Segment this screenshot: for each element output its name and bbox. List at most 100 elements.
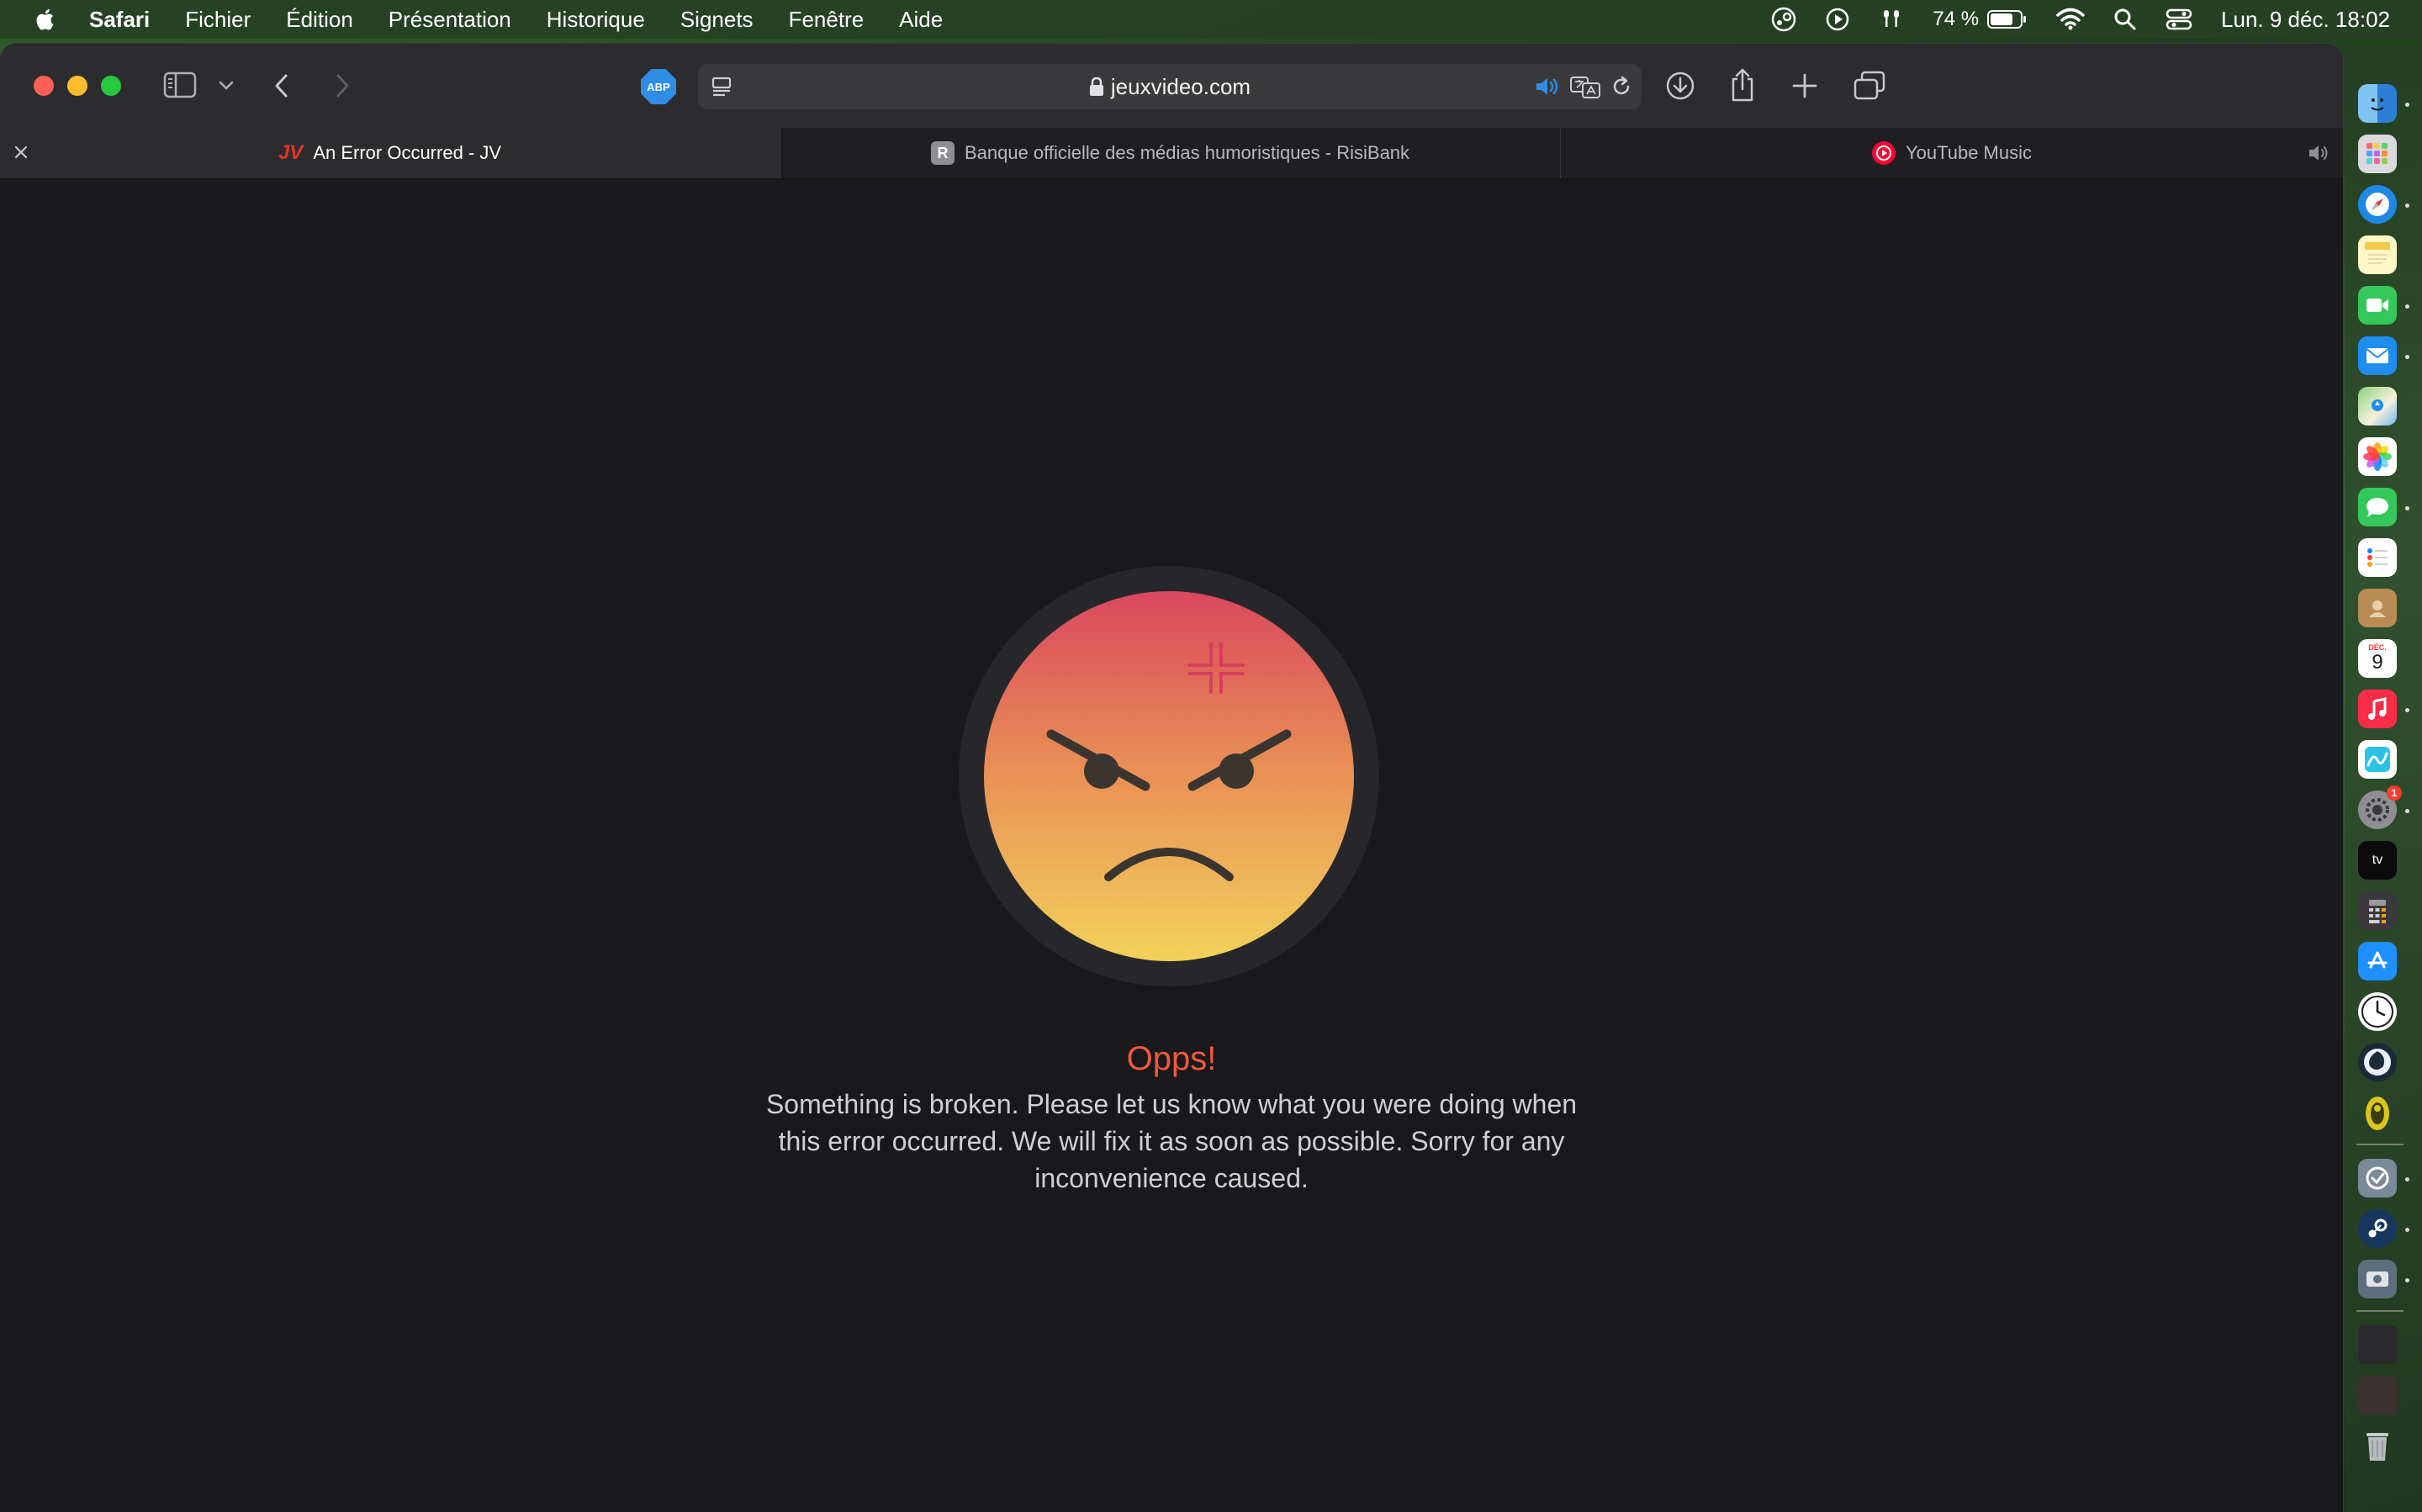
trash-icon[interactable] bbox=[2358, 1426, 2397, 1465]
forward-arrow-icon[interactable] bbox=[331, 72, 353, 99]
steam-status-icon[interactable] bbox=[1771, 7, 1796, 32]
system-settings-icon[interactable]: 1 bbox=[2358, 785, 2402, 829]
running-indicator bbox=[2405, 204, 2409, 208]
messages-icon[interactable] bbox=[2358, 488, 2397, 526]
notification-badge: 1 bbox=[2387, 785, 2402, 801]
dock: DÉC. 9 1 tv bbox=[2345, 44, 2422, 1512]
steam-icon[interactable] bbox=[2358, 1209, 2397, 1248]
menu-edition[interactable]: Édition bbox=[286, 7, 353, 33]
translate-icon[interactable] bbox=[1569, 75, 1603, 100]
error-title: Opps! bbox=[1126, 1040, 1217, 1077]
error-message: Something is broken. Please let us know … bbox=[765, 1089, 1578, 1193]
tab-overview-icon[interactable] bbox=[1854, 71, 1885, 101]
reload-icon[interactable] bbox=[1610, 75, 1633, 98]
menu-bar: Safari Fichier Édition Présentation Hist… bbox=[0, 0, 2422, 39]
jv-favicon-icon: JV bbox=[278, 141, 304, 164]
play-status-icon[interactable] bbox=[1825, 7, 1850, 32]
contacts-icon[interactable] bbox=[2358, 589, 2397, 627]
status-area: 74 % Lun. 9 déc. 18:02 bbox=[1742, 0, 2390, 39]
reminders-icon[interactable] bbox=[2358, 538, 2397, 577]
menu-fenetre[interactable]: Fenêtre bbox=[789, 7, 865, 33]
utility-checkmark-icon[interactable] bbox=[2358, 1159, 2397, 1197]
url-display[interactable]: jeuxvideo.com bbox=[698, 64, 1642, 109]
tab-jv-error[interactable]: JV An Error Occurred - JV bbox=[0, 128, 780, 178]
tab-group-chevron-down-icon[interactable] bbox=[217, 77, 235, 93]
spotlight-search-icon[interactable] bbox=[2113, 8, 2137, 31]
window-close-button[interactable] bbox=[34, 76, 54, 96]
apple-menu-icon[interactable] bbox=[34, 7, 59, 32]
running-indicator bbox=[2405, 1278, 2409, 1282]
lock-icon bbox=[1089, 77, 1103, 97]
dock-separator bbox=[2356, 1310, 2403, 1312]
adblock-label: ABP bbox=[647, 80, 670, 93]
running-indicator bbox=[2405, 1177, 2409, 1182]
running-indicator bbox=[2405, 304, 2409, 309]
battery-percent: 74 % bbox=[1933, 8, 1980, 30]
app-store-icon[interactable] bbox=[2358, 942, 2397, 981]
running-indicator bbox=[2405, 506, 2409, 510]
minimized-window-thumbnail[interactable] bbox=[2358, 1376, 2397, 1414]
adblock-plus-icon[interactable]: ABP bbox=[641, 69, 676, 104]
yellow-creature-app-icon[interactable] bbox=[2358, 1093, 2397, 1132]
music-icon[interactable] bbox=[2358, 690, 2397, 728]
notes-icon[interactable] bbox=[2358, 235, 2397, 274]
menu-aide[interactable]: Aide bbox=[899, 7, 943, 33]
launchpad-icon[interactable] bbox=[2358, 135, 2397, 173]
airpods-icon[interactable] bbox=[1879, 7, 1904, 32]
running-indicator bbox=[2405, 355, 2409, 359]
risibank-favicon-icon: R bbox=[930, 141, 955, 165]
tab-risibank[interactable]: R Banque officielle des médias humoristi… bbox=[780, 128, 1561, 178]
page-content: Opps! Something is broken. Please let us… bbox=[0, 179, 2343, 1512]
menu-fichier[interactable]: Fichier bbox=[185, 7, 251, 33]
finder-icon[interactable] bbox=[2358, 84, 2397, 123]
menu-app-name[interactable]: Safari bbox=[89, 7, 150, 33]
running-indicator bbox=[2405, 809, 2409, 813]
tab-audio-icon[interactable] bbox=[2308, 143, 2333, 168]
window-minimize-button[interactable] bbox=[67, 76, 87, 96]
calendar-icon[interactable]: DÉC. 9 bbox=[2358, 639, 2397, 678]
new-tab-plus-icon[interactable] bbox=[1791, 72, 1818, 99]
browser-toolbar: ABP jeuxvideo.com bbox=[0, 44, 2343, 129]
screenshot-utility-icon[interactable] bbox=[2358, 1260, 2397, 1298]
mail-icon[interactable] bbox=[2358, 336, 2397, 375]
angry-face-illustration bbox=[959, 566, 1379, 986]
sidebar-toggle-icon[interactable] bbox=[163, 71, 197, 99]
apple-tv-icon[interactable]: tv bbox=[2358, 841, 2397, 880]
back-arrow-icon[interactable] bbox=[271, 72, 293, 99]
game-app-icon[interactable] bbox=[2358, 1043, 2397, 1081]
menu-historique[interactable]: Historique bbox=[547, 7, 645, 33]
address-bar[interactable]: jeuxvideo.com bbox=[698, 64, 1642, 109]
calendar-day: 9 bbox=[2372, 651, 2383, 674]
apple-tv-label: tv bbox=[2372, 853, 2383, 867]
tab-close-icon[interactable] bbox=[12, 143, 30, 167]
window-fullscreen-button[interactable] bbox=[101, 76, 121, 96]
dock-separator bbox=[2356, 1144, 2403, 1145]
running-indicator bbox=[2405, 1228, 2409, 1232]
wifi-icon[interactable] bbox=[2056, 8, 2085, 31]
safari-window: ABP jeuxvideo.com JV An Error Occurred -… bbox=[0, 44, 2343, 1512]
menubar-clock[interactable]: Lun. 9 déc. 18:02 bbox=[2221, 7, 2390, 33]
freeform-icon[interactable] bbox=[2358, 740, 2397, 779]
clock-icon[interactable] bbox=[2358, 992, 2397, 1031]
safari-icon[interactable] bbox=[2358, 185, 2397, 224]
tab-youtube-music[interactable]: YouTube Music bbox=[1561, 128, 2343, 178]
maps-icon[interactable] bbox=[2358, 387, 2397, 426]
running-indicator bbox=[2405, 103, 2409, 107]
tab-title: Banque officielle des médias humoristiqu… bbox=[964, 142, 1410, 163]
tab-title: YouTube Music bbox=[1905, 142, 2032, 163]
photos-icon[interactable] bbox=[2358, 437, 2397, 476]
share-icon[interactable] bbox=[1729, 67, 1756, 103]
audio-playing-icon[interactable] bbox=[1534, 75, 1563, 98]
youtube-music-icon bbox=[1871, 141, 1896, 165]
control-center-icon[interactable] bbox=[2166, 8, 2192, 31]
battery-icon[interactable] bbox=[1987, 9, 2028, 29]
menu-signets[interactable]: Signets bbox=[680, 7, 754, 33]
facetime-icon[interactable] bbox=[2358, 286, 2397, 325]
url-text: jeuxvideo.com bbox=[1110, 74, 1251, 99]
calculator-icon[interactable] bbox=[2358, 891, 2397, 930]
running-indicator bbox=[2405, 708, 2409, 712]
downloads-icon[interactable] bbox=[1665, 71, 1695, 101]
tab-bar: JV An Error Occurred - JV R Banque offic… bbox=[0, 128, 2343, 179]
menu-presentation[interactable]: Présentation bbox=[389, 7, 511, 33]
minimized-window-thumbnail[interactable] bbox=[2358, 1325, 2397, 1364]
